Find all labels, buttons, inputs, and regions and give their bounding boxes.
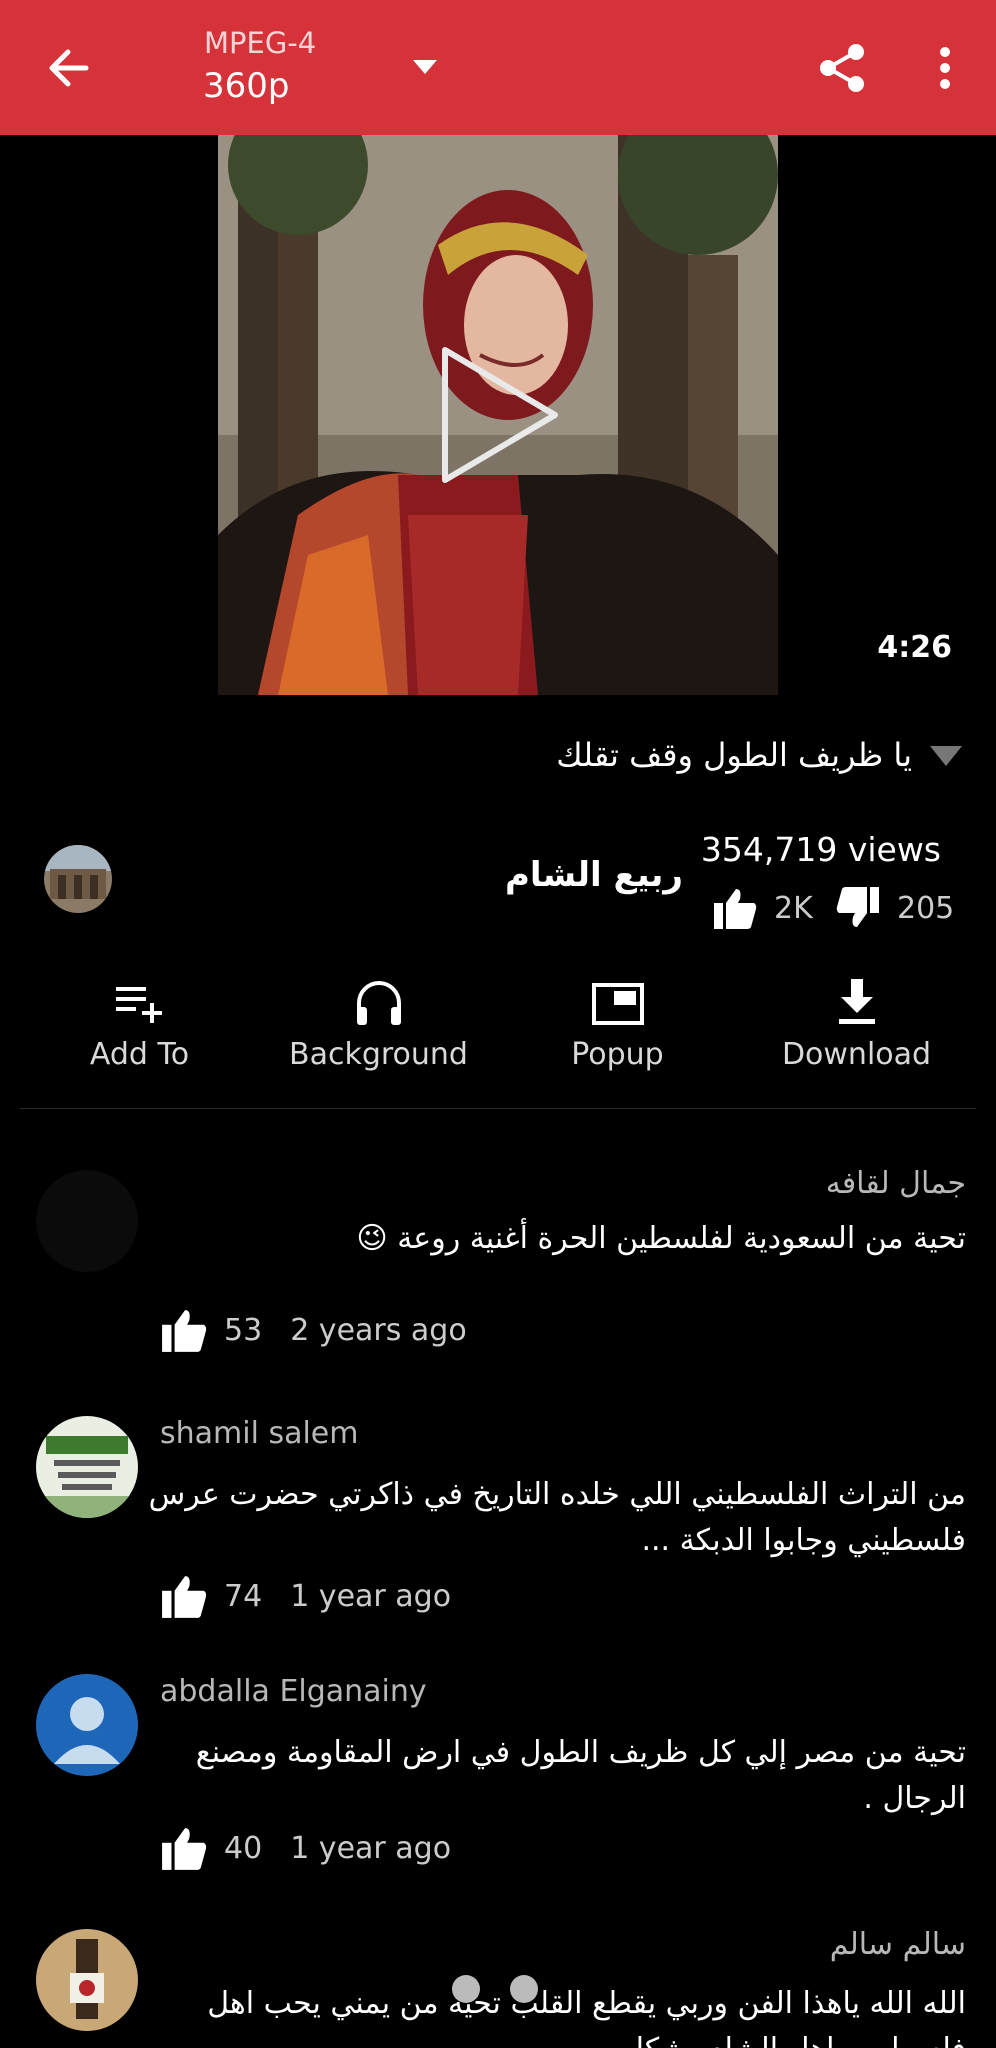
playlist-add-icon xyxy=(112,975,168,1031)
comment-time: 1 year ago xyxy=(290,1830,452,1866)
background-button[interactable]: Background xyxy=(259,975,498,1085)
video-title: يا ظريف الطول وقف تقلك xyxy=(556,736,912,774)
add-to-button[interactable]: Add To xyxy=(20,975,259,1085)
video-title-row[interactable]: يا ظريف الطول وقف تقلك xyxy=(556,725,966,785)
comment-text: تحية من مصر إلي كل ظريف الطول في ارض الم… xyxy=(195,1735,966,1816)
video-duration: 4:26 xyxy=(877,630,952,665)
share-icon[interactable] xyxy=(812,38,872,98)
comment-time: 1 year ago xyxy=(290,1578,452,1614)
divider xyxy=(20,1108,976,1109)
comment-author[interactable]: abdalla Elganainy xyxy=(160,1674,427,1709)
comment-meta: 40 1 year ago xyxy=(160,1824,451,1872)
page-dot[interactable] xyxy=(452,1975,480,2003)
page-indicator xyxy=(452,1975,538,2003)
popup-icon xyxy=(590,975,646,1031)
download-button[interactable]: Download xyxy=(737,975,976,1085)
comment-text: من التراث الفلسطيني اللي خلده التاريخ في… xyxy=(148,1477,966,1558)
channel-avatar[interactable] xyxy=(44,845,112,913)
format-label[interactable]: MPEG-4 xyxy=(204,26,316,60)
more-vertical-icon[interactable] xyxy=(920,38,970,98)
dislike-button[interactable]: 205 xyxy=(835,885,954,931)
comment-author[interactable]: سالم سالم xyxy=(830,1927,966,1962)
comment-avatar[interactable] xyxy=(36,1929,138,2031)
thumb-down-icon xyxy=(835,885,881,931)
comment-text: تحية من السعودية لفلسطين الحرة أغنية روع… xyxy=(356,1221,966,1256)
top-toolbar: MPEG-4 360p xyxy=(0,0,996,135)
comment-like-count: 53 xyxy=(224,1312,263,1348)
channel-name[interactable]: ربيع الشام xyxy=(505,855,683,895)
comment-author[interactable]: shamil salem xyxy=(160,1416,359,1451)
popup-button[interactable]: Popup xyxy=(498,975,737,1085)
comment-text: الله الله ياهذا الفن وربي يقطع القلب تحي… xyxy=(207,1986,966,2048)
download-icon xyxy=(829,975,885,1031)
thumb-up-icon[interactable] xyxy=(160,1572,208,1620)
comment-avatar[interactable] xyxy=(36,1170,138,1272)
headphones-icon xyxy=(351,975,407,1031)
thumb-up-icon[interactable] xyxy=(160,1824,208,1872)
chevron-down-icon[interactable] xyxy=(405,52,445,82)
play-icon[interactable] xyxy=(440,345,560,485)
comment-meta: 53 2 years ago xyxy=(160,1306,467,1354)
view-count: 354,719 views xyxy=(700,830,941,869)
action-bar: Add To Background Popup Download xyxy=(20,975,976,1085)
expand-icon[interactable] xyxy=(926,740,966,770)
dislike-count: 205 xyxy=(897,890,955,926)
comment-like-count: 40 xyxy=(224,1830,263,1866)
comment-author[interactable]: جمال لقافه xyxy=(826,1166,966,1201)
thumb-up-icon xyxy=(712,885,758,931)
comment-meta: 74 1 year ago xyxy=(160,1572,451,1620)
like-count: 2K xyxy=(774,890,813,926)
comment-avatar[interactable] xyxy=(36,1674,138,1776)
quality-label[interactable]: 360p xyxy=(203,66,289,106)
page-dot[interactable] xyxy=(510,1975,538,2003)
comment-avatar[interactable] xyxy=(36,1416,138,1518)
thumb-up-icon[interactable] xyxy=(160,1306,208,1354)
comment-like-count: 74 xyxy=(224,1578,263,1614)
arrow-left-icon[interactable] xyxy=(38,38,98,98)
comment-time: 2 years ago xyxy=(290,1312,467,1348)
like-button[interactable]: 2K xyxy=(712,885,813,931)
